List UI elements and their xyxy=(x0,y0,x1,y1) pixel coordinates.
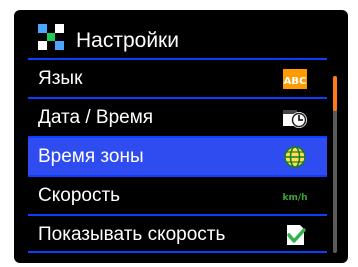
menu-item-date-time[interactable]: Дата / Время xyxy=(28,97,327,136)
kmh-speed-icon: km/h xyxy=(282,193,307,203)
page-title: Настройки xyxy=(76,29,179,52)
checkmark-icon xyxy=(287,225,306,245)
menu-item-label: Скорость xyxy=(38,185,121,206)
menu-item-show-speed[interactable]: Показывать скорость xyxy=(28,214,327,253)
language-abc-icon: ABC xyxy=(283,69,307,89)
menu-item-label: Время зоны xyxy=(38,146,144,167)
scrollbar-thumb[interactable] xyxy=(333,76,337,111)
settings-screen: Настройки Язык ABC Дата / Время Время зо… xyxy=(14,10,348,263)
menu-item-label: Показывать скорость xyxy=(38,224,226,245)
settings-grid-icon xyxy=(38,24,64,50)
svg-text:ABC: ABC xyxy=(284,76,307,87)
kmh-icon-label: km/h xyxy=(282,193,307,203)
menu-item-speed[interactable]: Скорость km/h xyxy=(28,175,327,214)
settings-menu: Язык ABC Дата / Время Время зоны Скорост… xyxy=(28,58,327,253)
header: Настройки xyxy=(14,10,348,58)
menu-item-language[interactable]: Язык ABC xyxy=(28,58,327,97)
scrollbar[interactable] xyxy=(333,76,337,253)
menu-item-label: Дата / Время xyxy=(38,107,154,128)
menu-item-timezone[interactable]: Время зоны xyxy=(28,136,327,175)
date-time-clock-icon xyxy=(283,110,307,128)
globe-icon xyxy=(284,146,306,168)
menu-item-label: Язык xyxy=(38,68,83,89)
